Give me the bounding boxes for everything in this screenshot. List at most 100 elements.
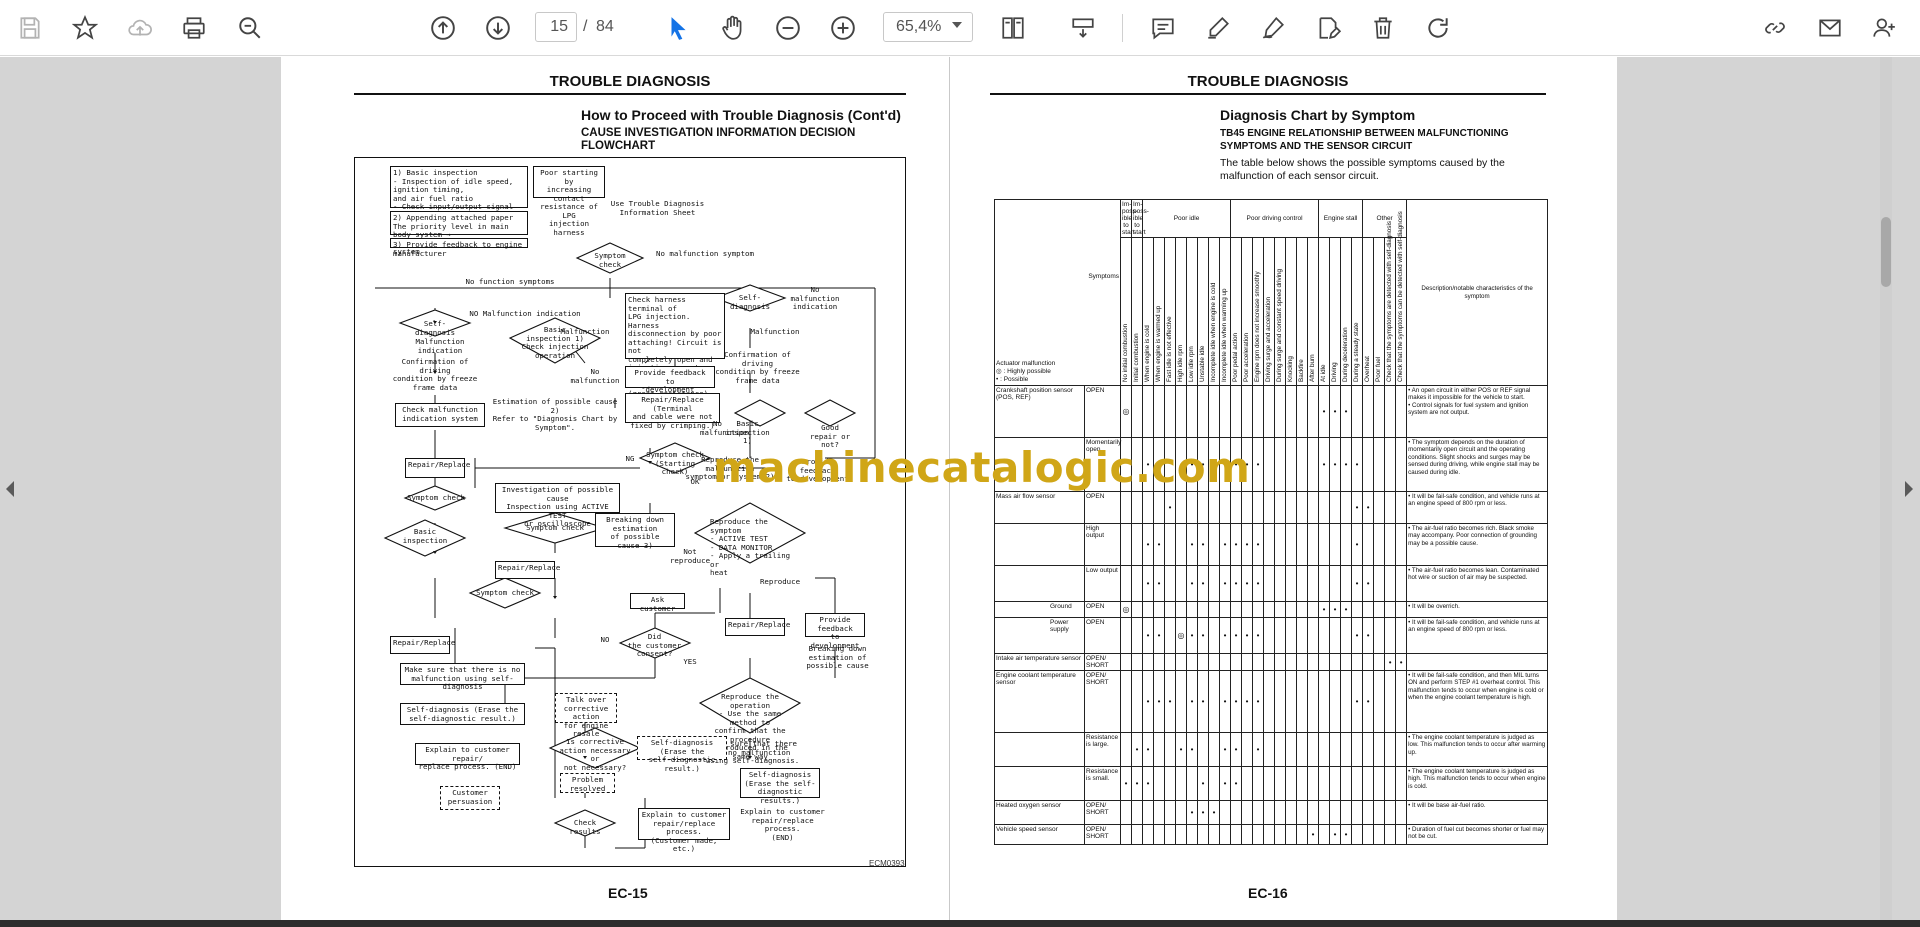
symptom-mark-cell [1274,653,1287,671]
symptom-mark-cell: • [1318,385,1331,438]
symptom-mark-cell [1274,385,1287,438]
symptom-mark-cell [1384,437,1397,492]
scroll-mode-icon[interactable] [1065,10,1101,46]
symptom-mark-cell [1186,824,1199,845]
mail-icon[interactable] [1812,10,1848,46]
flow-check-results: Check results [569,818,601,836]
zoom-search-icon[interactable] [232,10,268,46]
description-cell: • The engine coolant temperature is judg… [1406,732,1549,767]
symptom-mark-cell [1318,523,1331,566]
symptom-mark-cell [1175,601,1188,618]
symptom-mark-cell [1263,670,1276,733]
zoom-dropdown-icon[interactable] [952,22,962,28]
symptom-mark-cell [1208,824,1221,845]
select-cursor-icon[interactable] [660,10,696,46]
page-layout-icon[interactable] [995,10,1031,46]
symptom-mark-cell [1175,800,1188,825]
symptom-mark-cell [1164,523,1177,566]
share-link-icon[interactable] [1757,10,1793,46]
symptom-mark-cell: • [1153,617,1166,654]
symptom-mark-cell [1318,824,1331,845]
symptom-mark-cell [1164,617,1177,654]
symptom-mark-cell [1263,437,1276,492]
symptom-mark-cell: • [1241,670,1254,733]
flow-breaking-down-2: Breaking down estimation of possible cau… [806,644,869,670]
symptom-mark-cell [1285,670,1298,733]
symptom-mark-cell [1296,766,1309,801]
delete-icon[interactable] [1365,10,1401,46]
symptom-mark-cell [1329,617,1342,654]
edit-document-icon[interactable] [1310,10,1346,46]
highlight-pen-icon[interactable] [1200,10,1236,46]
symptom-mark-cell [1131,617,1144,654]
symptom-mark-cell [1208,385,1221,438]
symptom-mark-cell [1252,601,1265,618]
cloud-upload-icon[interactable] [122,10,158,46]
symptom-mark-cell [1230,800,1243,825]
sensor-cell [994,732,1085,767]
flowchart: 1) Basic inspection - Inspection of idle… [354,157,906,867]
flow-ask-customer: Ask customer [630,593,685,612]
flow-check-malf-ind: Check malfunction indication system [395,403,485,427]
prev-page-arrow-icon[interactable] [6,481,14,497]
symptom-mark-cell [1263,491,1276,524]
sensor-cell: Crankshaft position sensor (POS, REF) [994,385,1085,438]
symptom-mark-cell [1274,601,1287,618]
vertical-scrollbar[interactable] [1880,57,1892,920]
symptom-mark-cell: • [1197,565,1210,602]
symptom-mark-cell [1296,437,1309,492]
signature-pen-icon[interactable] [1255,10,1291,46]
symptom-mark-cell: • [1252,523,1265,566]
symptom-mark-cell [1208,601,1221,618]
rotate-icon[interactable] [1420,10,1456,46]
flow-repair-replace-3: Repair/Replace [390,636,455,654]
page-number-input[interactable]: 15 [535,12,577,42]
symptom-mark-cell [1131,800,1144,825]
symptom-mark-cell [1395,565,1408,602]
scrollbar-thumb[interactable] [1881,217,1891,287]
next-page-arrow-icon[interactable] [1905,481,1913,497]
symptom-mark-cell: • [1252,617,1265,654]
symptom-mark-cell [1296,732,1309,767]
figure-id: ECM0393 [869,859,905,868]
symptom-mark-cell [1142,601,1155,618]
symptom-mark-cell [1318,565,1331,602]
symptom-mark-cell: • [1230,670,1243,733]
comment-icon[interactable] [1145,10,1181,46]
flow-reproduce-symptom: Reproduce the symptom - ACTIVE TEST - DA… [710,517,791,577]
sensor-cell [994,766,1085,801]
page-header: TROUBLE DIAGNOSIS [1187,73,1349,90]
hand-icon[interactable] [715,10,751,46]
sensor-cell: Engine coolant temperature sensor [994,670,1085,733]
symptom-mark-cell: • [1175,732,1188,767]
symptom-mark-cell [1296,670,1309,733]
zoom-out-icon[interactable] [770,10,806,46]
page-title: Diagnosis Chart by Symptom [1220,107,1416,123]
table-row: Resistance is small. • • • • • • • The engine c… [994,766,1549,801]
print-icon[interactable] [176,10,212,46]
symptom-mark-cell [1153,653,1166,671]
symptom-mark-cell [1340,732,1353,767]
page-up-icon[interactable] [425,10,461,46]
bookmark-star-icon[interactable] [67,10,103,46]
condition-cell: OPEN [1083,617,1122,654]
add-user-icon[interactable] [1866,10,1902,46]
flow-basic-insp-2: Basic inspection [402,527,448,545]
condition-cell: OPEN/ SHORT [1083,800,1122,825]
symptom-mark-cell: • [1362,565,1375,602]
symptom-column-header: During a steady state [1353,322,1361,382]
symptom-mark-cell: ◎ [1120,601,1133,618]
symptom-mark-cell [1318,766,1331,801]
symptom-column-header: Low idle rpm [1188,346,1196,382]
page-down-icon[interactable] [480,10,516,46]
symptom-mark-cell: • [1219,766,1232,801]
symptom-mark-cell [1373,601,1386,618]
flow-explain-2: Explain to customer repair/replace proce… [638,808,730,853]
save-icon[interactable] [12,10,48,46]
zoom-in-icon[interactable] [825,10,861,46]
flow-malfunction-2: Malfunction [750,327,800,336]
description-cell: • The air-fuel ratio becomes rich. Black… [1406,523,1549,566]
description-cell [1406,653,1549,671]
symptom-mark-cell [1241,766,1254,801]
symptom-mark-cell: • [1186,617,1199,654]
